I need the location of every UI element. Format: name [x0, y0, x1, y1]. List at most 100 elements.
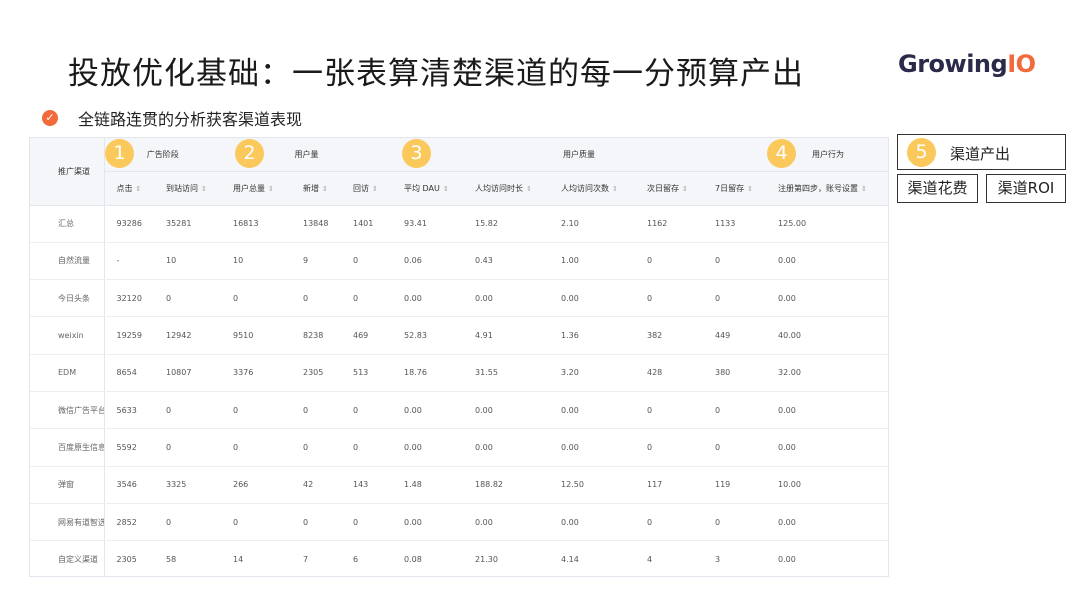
table-cell: 0	[703, 503, 767, 542]
column-header[interactable]: 平均 DAU ⇕	[392, 171, 463, 206]
table-cell: 2305	[116, 555, 137, 565]
sort-icon[interactable]: ⇕	[201, 185, 207, 193]
badge-3: 3	[402, 139, 431, 168]
column-header[interactable]: 人均访问时长 ⇕	[463, 171, 549, 206]
table-cell: 0	[291, 391, 341, 430]
channel-output-label: 渠道产出	[950, 145, 1011, 163]
table-cell: 0.00	[463, 503, 549, 542]
subheading: ✓ 全链路连贯的分析获客渠道表现	[42, 106, 302, 130]
table-cell: 0	[635, 428, 703, 467]
column-header[interactable]: 新增 ⇕	[291, 171, 341, 206]
column-header-label: 人均访问时长	[475, 183, 523, 193]
table-row: 自然流量 -10 10 9 0 0.06 0.43 1.00 0 0 0.00	[30, 242, 888, 281]
table-cell: 0.00	[766, 279, 888, 318]
column-header[interactable]: 注册第四步，账号设置 ⇕	[766, 171, 888, 206]
table-cell: 117	[635, 466, 703, 504]
table-row: 今日头条 32120 0 0 0 0 0.00 0.00 0.00 0 0 0.00	[30, 279, 888, 318]
column-header[interactable]: 回访 ⇕	[341, 171, 392, 206]
sort-icon[interactable]: ⇕	[372, 185, 378, 193]
sort-icon[interactable]: ⇕	[322, 185, 328, 193]
table-cell: 0.00	[392, 428, 463, 467]
column-header[interactable]: 点击 ⇕	[104, 171, 154, 206]
table-cell: 513	[341, 354, 392, 392]
sort-icon[interactable]: ⇕	[861, 185, 867, 193]
table-row: 微信广告平台 5633 0 0 0 0 0.00 0.00 0.00 0 0 0.00	[30, 391, 888, 430]
table-cell: 125.00	[766, 205, 888, 243]
table-cell: 0.00	[766, 428, 888, 467]
table-cell: 35281	[154, 205, 221, 243]
table-cell: 8238	[291, 316, 341, 355]
table-cell: 1.36	[549, 316, 635, 355]
table-cell: 10	[221, 242, 291, 281]
table-cell: 3.20	[549, 354, 635, 392]
table-cell: 1.00	[549, 242, 635, 281]
table-cell: 1.48	[392, 466, 463, 504]
column-header-label: 注册第四步，账号设置	[778, 183, 859, 193]
table-row: 网易有道智选 2852 0 0 0 0 0.00 0.00 0.00 0 0 0.00	[30, 503, 888, 542]
table-cell: 0	[341, 391, 392, 430]
logo-accent: IO	[1007, 50, 1036, 78]
column-header[interactable]: 7日留存 ⇕	[703, 171, 767, 206]
subheading-text: 全链路连贯的分析获客渠道表现	[78, 110, 303, 129]
table-cell: 0.00	[392, 391, 463, 430]
table-cell: 3	[715, 555, 721, 565]
table-cell: 18.76	[392, 354, 463, 392]
column-header[interactable]: 到站访问 ⇕	[154, 171, 221, 206]
table-cell: 0	[291, 503, 341, 542]
header-channel: 推广渠道	[30, 138, 105, 206]
table-cell: 0.00	[766, 391, 888, 430]
sort-icon[interactable]: ⇕	[747, 185, 753, 193]
table-cell: 93.41	[392, 205, 463, 243]
table-cell: 0	[154, 503, 221, 542]
group-user-quality: 用户质量	[392, 138, 767, 172]
table-cell: 188.82	[463, 466, 549, 504]
channel-cell: 自定义渠道	[30, 540, 105, 576]
table-cell: 0	[703, 391, 767, 430]
table-cell: 0	[221, 391, 291, 430]
sort-icon[interactable]: ⇕	[443, 185, 449, 193]
table-cell: 0	[341, 503, 392, 542]
sort-icon[interactable]: ⇕	[612, 185, 618, 193]
channel-cell: 微信广告平台	[30, 391, 105, 430]
column-header[interactable]: 次日留存 ⇕	[635, 171, 703, 206]
table-cell: 5633	[104, 391, 154, 430]
column-header[interactable]: 用户总量 ⇕	[221, 171, 291, 206]
table-cell: 58	[166, 555, 177, 565]
table-cell: 14	[233, 555, 244, 565]
table-row: 弹窗 3546 3325 266 42 143 1.48 188.82 12.50 117 119 1…	[30, 466, 888, 504]
channel-spend-box: 渠道花费	[897, 174, 978, 203]
logo-main: Growing	[898, 50, 1008, 78]
channel-cell: 百度原生信息流	[30, 428, 105, 467]
table-cell: 42	[291, 466, 341, 504]
table-cell: 0.00	[549, 428, 635, 467]
table-cell: 0.00	[766, 242, 888, 281]
table-cell: 7	[303, 555, 309, 565]
table-cell: 21.30	[475, 555, 498, 565]
badge-4: 4	[767, 139, 796, 168]
table-cell: 0.00	[392, 279, 463, 318]
table-cell: 0.00	[463, 391, 549, 430]
table-cell: 0	[635, 242, 703, 281]
page-title: 投放优化基础：一张表算清楚渠道的每一分预算产出	[68, 56, 804, 92]
table-cell: 0.00	[549, 503, 635, 542]
table-cell: 2.10	[549, 205, 635, 243]
channel-cell: weixin	[30, 316, 105, 355]
table-cell: 0	[635, 279, 703, 318]
table-cell: 0	[341, 242, 392, 281]
table-row: 汇总 93286 35281 16813 13848 1401 93.41 15.82 2.10…	[30, 205, 888, 243]
sort-icon[interactable]: ⇕	[526, 185, 532, 193]
table-cell: 13848	[291, 205, 341, 243]
column-header-label: 到站访问	[166, 183, 198, 193]
table-cell: 9	[291, 242, 341, 281]
table-cell: 3546	[104, 466, 154, 504]
sort-icon[interactable]: ⇕	[682, 185, 688, 193]
sort-icon[interactable]: ⇕	[136, 185, 142, 193]
table-cell: 0.06	[392, 242, 463, 281]
table-cell: 0	[291, 428, 341, 467]
table-cell: 266	[221, 466, 291, 504]
table-cell: 0	[154, 279, 221, 318]
column-header[interactable]: 人均访问次数 ⇕	[549, 171, 635, 206]
table-cell: 0	[221, 279, 291, 318]
sort-icon[interactable]: ⇕	[268, 185, 274, 193]
table-cell: 8654	[104, 354, 154, 392]
